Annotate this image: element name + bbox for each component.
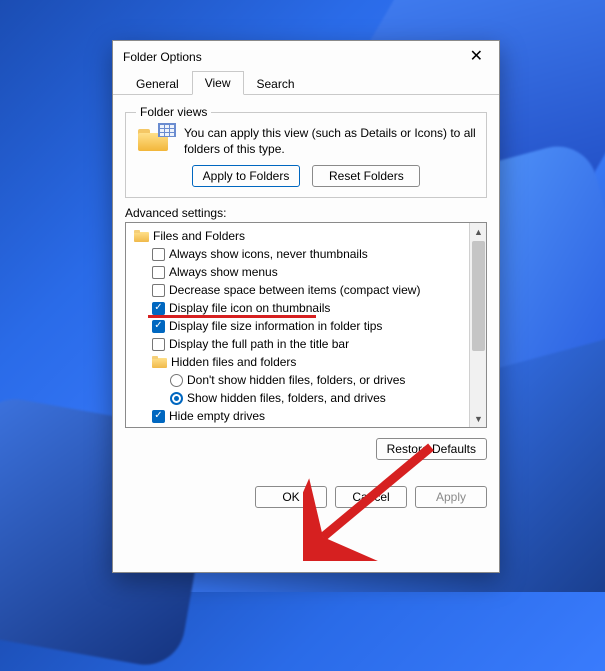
tab-view[interactable]: View [192,71,244,95]
opt-dont-show-hidden[interactable]: Don't show hidden files, folders, or dri… [130,371,465,389]
scroll-up-icon[interactable]: ▲ [470,223,487,240]
opt-hide-empty-drives[interactable]: Hide empty drives [130,407,465,425]
radio[interactable] [170,392,183,405]
apply-to-folders-button[interactable]: Apply to Folders [192,165,301,187]
checkbox[interactable] [152,248,165,261]
tree-group-hidden-files[interactable]: Hidden files and folders [130,353,465,371]
opt-compact-view[interactable]: Decrease space between items (compact vi… [130,281,465,299]
checkbox[interactable] [152,302,165,315]
reset-folders-button[interactable]: Reset Folders [312,165,420,187]
tree-scrollbar[interactable]: ▲ ▼ [469,223,486,427]
folder-views-description: You can apply this view (such as Details… [184,125,476,157]
tab-general[interactable]: General [123,72,192,95]
checkbox[interactable] [152,410,165,423]
opt-label: Don't show hidden files, folders, or dri… [187,371,405,389]
checkbox[interactable] [152,284,165,297]
apply-button[interactable]: Apply [415,486,487,508]
folder-views-icon [136,125,174,155]
checkbox[interactable] [152,320,165,333]
advanced-settings-label: Advanced settings: [125,206,487,220]
opt-label: Display the full path in the title bar [169,335,349,353]
opt-label: Display file size information in folder … [169,317,382,335]
close-icon[interactable]: ✕ [464,47,489,67]
scroll-thumb[interactable] [472,241,485,351]
tree-root-label: Files and Folders [153,227,245,245]
checkbox[interactable] [152,338,165,351]
dialog-button-row: OK Cancel Apply [113,476,499,508]
opt-label: Hide extensions for known file types [169,425,360,427]
opt-always-icons[interactable]: Always show icons, never thumbnails [130,245,465,263]
advanced-settings-tree: Files and Folders Always show icons, nev… [125,222,487,428]
cancel-button[interactable]: Cancel [335,486,407,508]
checkbox[interactable] [152,266,165,279]
opt-label: Always show icons, never thumbnails [169,245,368,263]
folder-views-legend: Folder views [136,105,211,119]
opt-hide-extensions[interactable]: Hide extensions for known file types [130,425,465,427]
ok-button[interactable]: OK [255,486,327,508]
opt-size-in-tips[interactable]: Display file size information in folder … [130,317,465,335]
opt-icon-on-thumbnails[interactable]: Display file icon on thumbnails [130,299,465,317]
folder-icon [134,230,149,242]
folder-icon [152,356,167,368]
opt-label: Decrease space between items (compact vi… [169,281,420,299]
tree-root-files-and-folders[interactable]: Files and Folders [130,227,465,245]
opt-always-menus[interactable]: Always show menus [130,263,465,281]
opt-label: Always show menus [169,263,278,281]
folder-options-dialog: Folder Options ✕ General View Search Fol… [112,40,500,573]
tab-search[interactable]: Search [244,72,308,95]
window-title: Folder Options [123,50,202,64]
radio[interactable] [170,374,183,387]
opt-label: Hide empty drives [169,407,265,425]
tab-panel-view: Folder views You can apply this view (su… [113,95,499,470]
opt-label: Show hidden files, folders, and drives [187,389,386,407]
titlebar: Folder Options ✕ [113,41,499,71]
tree-content: Files and Folders Always show icons, nev… [126,223,469,427]
opt-full-path-titlebar[interactable]: Display the full path in the title bar [130,335,465,353]
folder-views-group: Folder views You can apply this view (su… [125,105,487,198]
restore-defaults-button[interactable]: Restore Defaults [376,438,487,460]
group-label: Hidden files and folders [171,353,296,371]
opt-show-hidden[interactable]: Show hidden files, folders, and drives [130,389,465,407]
scroll-down-icon[interactable]: ▼ [470,410,487,427]
opt-label: Display file icon on thumbnails [169,299,330,317]
tabstrip: General View Search [113,71,499,95]
